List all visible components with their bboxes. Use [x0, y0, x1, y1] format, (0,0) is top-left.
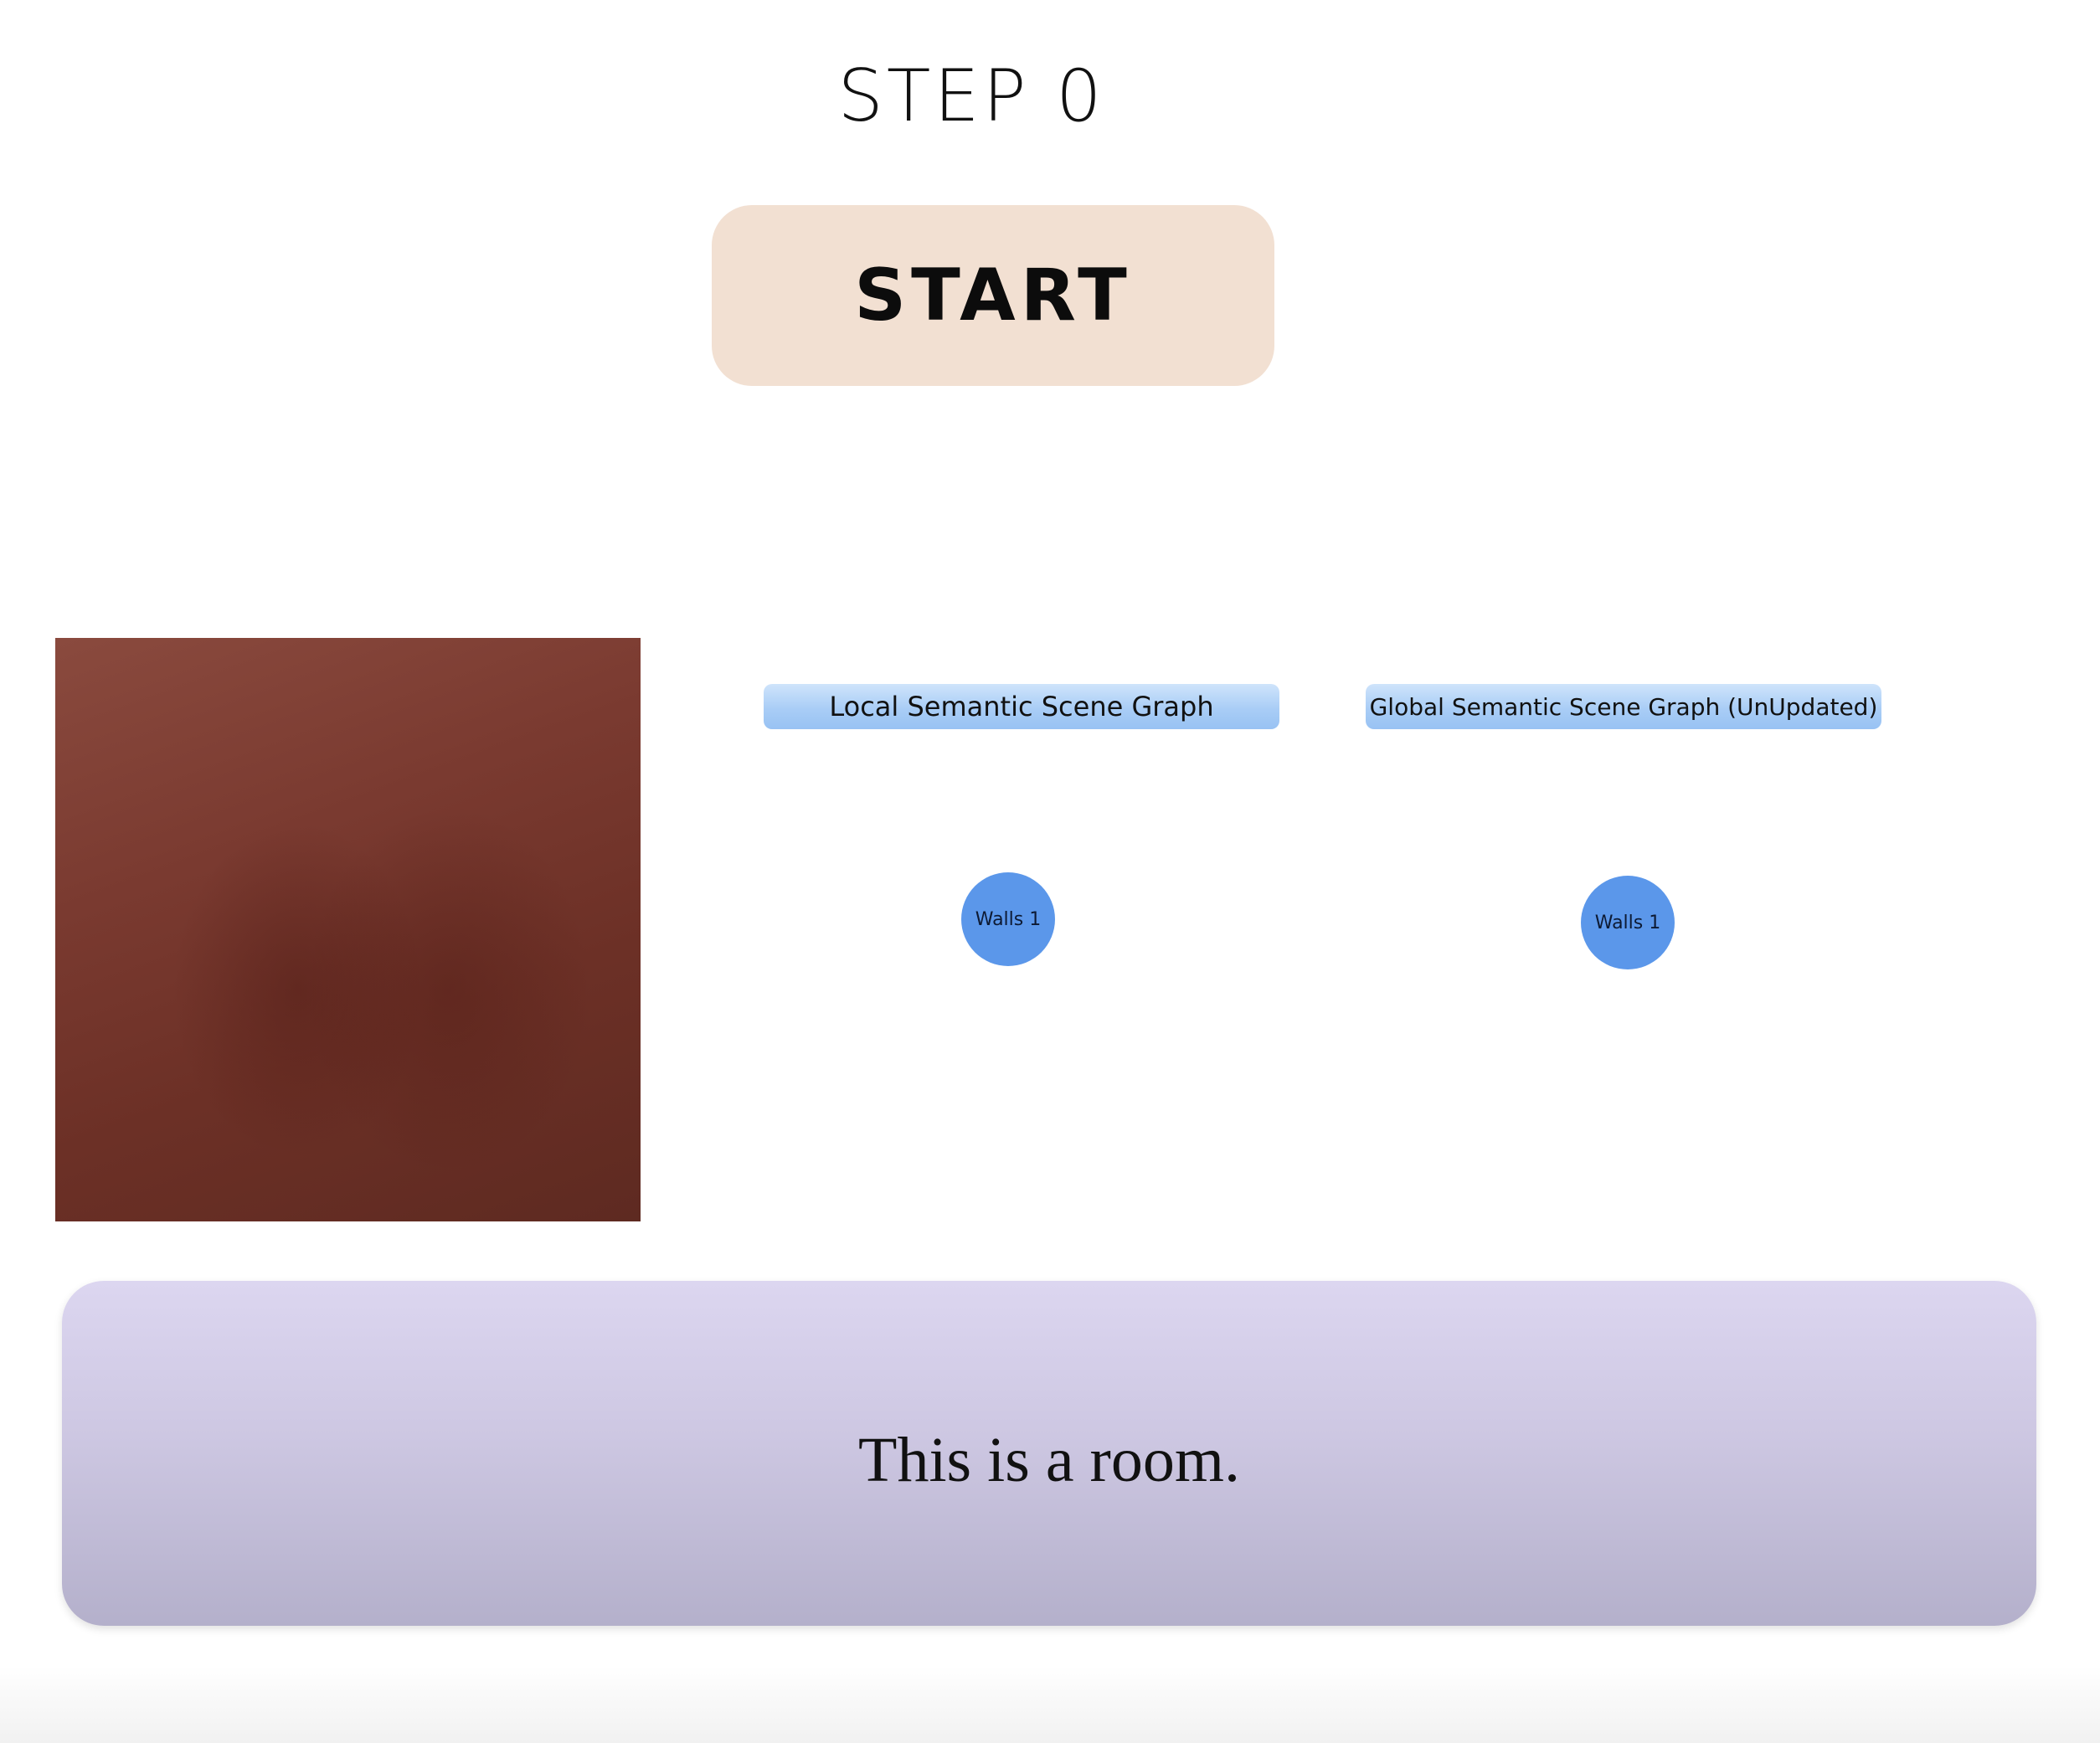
- global-scene-graph-title: Global Semantic Scene Graph (UnUpdated): [1366, 684, 1881, 729]
- caption-text: This is a room.: [858, 1424, 1240, 1495]
- camera-observation-image: [55, 638, 641, 1221]
- global-graph-node-walls[interactable]: Walls 1: [1581, 876, 1675, 969]
- start-button[interactable]: START: [712, 205, 1274, 386]
- page-bottom-band: [0, 1666, 2100, 1743]
- caption-panel: This is a room.: [62, 1281, 2036, 1626]
- local-graph-node-walls[interactable]: Walls 1: [961, 872, 1055, 966]
- local-scene-graph-title: Local Semantic Scene Graph: [764, 684, 1279, 729]
- step-counter: STEP 0: [837, 54, 1105, 138]
